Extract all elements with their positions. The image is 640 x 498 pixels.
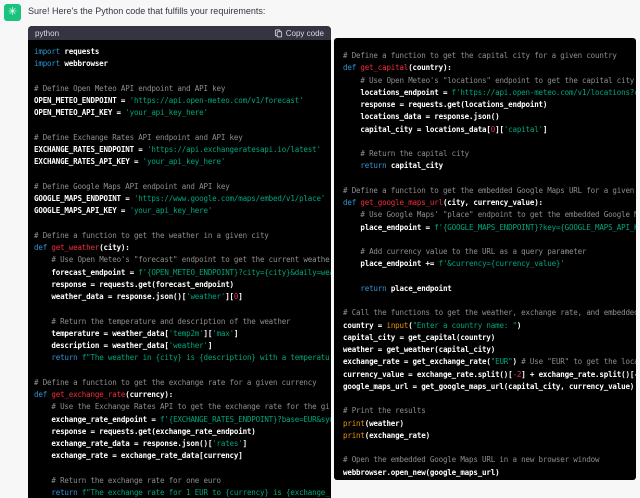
code-line: def get_weather(city): <box>34 243 130 252</box>
code-line: def get_capital(country): <box>343 63 452 73</box>
code-line: return f"The exchange rate for 1 EUR to … <box>51 488 330 497</box>
code-line: # Use Open Meteo's "forecast" endpoint t… <box>51 255 330 265</box>
code-line: response = requests.get(locations_endpoi… <box>343 100 548 109</box>
code-line: response = requests.get(forecast_endpoin… <box>34 279 234 289</box>
code-line: return capital_city <box>360 161 443 171</box>
code-line: capital_city = locations_data[0]['capita… <box>343 124 548 134</box>
code-line: return f"The weather in {city} is {descr… <box>51 353 330 363</box>
code-line: EXCHANGE_RATES_ENDPOINT = 'https://api.e… <box>34 145 321 154</box>
openai-logo-icon: ✳ <box>7 6 18 18</box>
code-line: # Define a function to get the weather i… <box>34 230 269 240</box>
code-content-left: import requests import webbrowser # Defin… <box>28 40 331 498</box>
copy-code-label: Copy code <box>285 28 324 38</box>
code-line: # Return the temperature and description… <box>51 316 291 326</box>
code-content-right: # Define a function to get the capital c… <box>334 38 636 479</box>
code-line: # Add currency value to the URL as a que… <box>360 247 587 256</box>
code-line: weather_data = response.json()['weather'… <box>34 292 243 301</box>
code-line: import requests <box>34 47 100 56</box>
code-line: # Open the embedded Google Maps URL in a… <box>343 455 600 465</box>
code-line: # Define a function to get the capital c… <box>343 51 617 60</box>
code-line: # Use Open Meteo's "locations" endpoint … <box>360 75 635 85</box>
assistant-message-text: Sure! Here's the Python code that fulfil… <box>28 6 266 16</box>
code-line: # Return the exchange rate for one euro <box>51 475 221 485</box>
code-line: GOOGLE_MAPS_ENDPOINT = 'https://www.goog… <box>34 194 326 203</box>
code-line: capital_city = get_capital(country) <box>343 332 496 342</box>
code-line: # Call the functions to get the weather,… <box>343 308 636 318</box>
code-block-header: python Copy code <box>28 26 331 40</box>
copy-icon <box>274 28 283 38</box>
code-line: locations_data = response.json() <box>343 112 500 122</box>
code-line: forecast_endpoint = f'{OPEN_METEO_ENDPOI… <box>34 267 331 277</box>
code-line: exchange_rate = exchange_rate_data[curre… <box>34 451 243 461</box>
code-line: weather = get_weather(capital_city) <box>343 345 496 354</box>
code-line: # Define Open Meteo API endpoint and API… <box>34 83 226 93</box>
code-line: google_maps_url = get_google_maps_url(ca… <box>343 381 635 391</box>
code-line: # Define Exchange Rates API endpoint and… <box>34 132 243 142</box>
code-line: response = requests.get(exchange_rate_en… <box>34 426 256 436</box>
code-line: country = input("Enter a country name: "… <box>343 320 522 330</box>
code-line: # Define a function to get the exchange … <box>34 377 317 387</box>
code-line: exchange_rate_endpoint = f'{EXCHANGE_RAT… <box>34 414 331 424</box>
code-line: def get_google_maps_url(city, currency_v… <box>343 198 543 207</box>
chat-response-view: ✳ Sure! Here's the Python code that fulf… <box>0 0 640 498</box>
code-line: # Define Google Maps API endpoint and AP… <box>34 181 230 191</box>
code-line: exchange_rate_data = response.json()['ra… <box>34 439 247 448</box>
code-line: description = weather_data['weather'] <box>34 341 213 350</box>
code-block-right: # Define a function to get the capital c… <box>334 38 636 480</box>
code-line: place_endpoint += f'&currency={currency_… <box>343 259 565 269</box>
code-block-left: python Copy code import requests import w… <box>28 26 331 498</box>
code-line: # Return the capital city <box>360 149 470 158</box>
code-line: OPEN_METEO_API_KEY = 'your_api_key_here' <box>34 108 208 118</box>
code-line: # Print the results <box>343 406 426 416</box>
code-line: print(exchange_rate) <box>343 430 430 440</box>
code-line: def get_exchange_rate(currency): <box>34 390 174 399</box>
code-line: webbrowser.open_new(google_maps_url) <box>343 467 500 477</box>
code-line: GOOGLE_MAPS_API_KEY = 'your_api_key_here… <box>34 206 213 216</box>
copy-code-button[interactable]: Copy code <box>274 29 324 38</box>
code-line: exchange_rate = get_exchange_rate("EUR")… <box>343 357 636 367</box>
code-line: # Use the Exchange Rates API to get the … <box>51 402 330 412</box>
code-line: place_endpoint = f'{GOOGLE_MAPS_ENDPOINT… <box>343 222 636 232</box>
code-line: import webbrowser <box>34 59 108 69</box>
code-line: return place_endpoint <box>360 283 452 293</box>
assistant-avatar: ✳ <box>4 4 21 21</box>
code-line: locations_endpoint = f'https://api.open-… <box>343 87 636 97</box>
code-line: # Define a function to get the embedded … <box>343 185 636 195</box>
code-line: print(weather) <box>343 418 404 428</box>
code-line: EXCHANGE_RATES_API_KEY = 'your_api_key_h… <box>34 157 226 167</box>
code-line: OPEN_METEO_ENDPOINT = 'https://api.open-… <box>34 96 304 105</box>
code-line: # Use Google Maps' "place" endpoint to g… <box>360 210 636 220</box>
code-line: currency_value = exchange_rate.split()[-… <box>343 369 636 379</box>
code-line: temperature = weather_data['temp2m']['ma… <box>34 328 239 338</box>
code-language-label: python <box>35 28 60 38</box>
